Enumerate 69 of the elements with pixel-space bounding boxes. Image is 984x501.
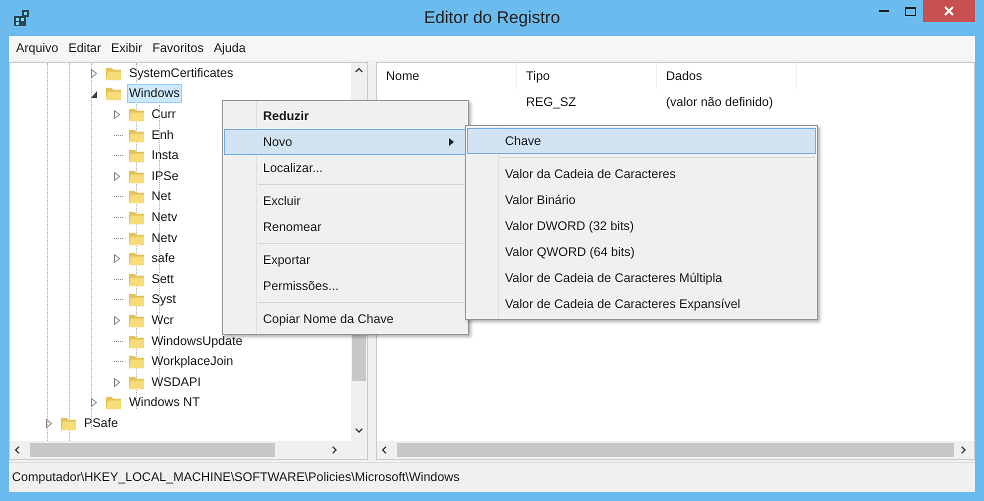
tree-item[interactable]: PSafe [82, 414, 120, 433]
horizontal-scrollbar[interactable] [377, 441, 974, 459]
close-icon [944, 6, 954, 16]
scrollbar-thumb[interactable] [30, 443, 275, 457]
menu-bar-item[interactable]: Favoritos [147, 38, 209, 58]
menu-bar-item[interactable]: Exibir [106, 38, 148, 58]
tree-item[interactable]: Netv [150, 208, 180, 227]
context-menu-item[interactable]: Novo [224, 129, 467, 155]
submenu-arrow-icon [449, 138, 454, 146]
folder-icon [128, 291, 144, 308]
context-menu-item[interactable]: Renomear [224, 214, 467, 240]
tree-item[interactable]: Windows [127, 84, 182, 104]
submenu-item[interactable]: Valor Binário [467, 187, 816, 213]
tree-item[interactable]: WindowsUpdate [150, 332, 245, 351]
tree-item[interactable]: Windows NT [127, 393, 202, 412]
expand-arrow-icon[interactable] [114, 110, 120, 119]
column-header[interactable]: Tipo [517, 63, 657, 89]
tree-item[interactable]: WSDAPI [150, 372, 203, 392]
tree-item[interactable]: WorkplaceJoin [150, 352, 236, 372]
folder-icon [128, 188, 144, 206]
expand-arrow-icon[interactable] [114, 172, 120, 181]
submenu-item[interactable]: Valor de Cadeia de Caracteres Múltipla [467, 265, 816, 291]
folder-icon [128, 147, 144, 164]
tree-item[interactable]: Sett [150, 270, 176, 289]
horizontal-scrollbar[interactable] [10, 441, 367, 459]
tree-item[interactable]: IPSe [150, 166, 181, 186]
folder-icon [128, 353, 144, 370]
window-title: Editor do Registro [424, 7, 560, 30]
menu-bar-item[interactable]: Ajuda [208, 38, 251, 58]
context-menu-item[interactable]: Localizar... [224, 155, 467, 181]
expand-arrow-icon[interactable] [91, 398, 97, 408]
menu-bar-item[interactable]: Editar [63, 38, 106, 58]
context-menu-item[interactable]: Excluir [224, 188, 467, 214]
tree-item[interactable]: Curr [150, 104, 178, 124]
submenu-item[interactable]: Chave [467, 128, 816, 154]
expand-arrow-icon[interactable] [91, 68, 97, 78]
context-menu-item[interactable]: Permissões... [224, 273, 467, 299]
type-cell-text: REG_SZ [525, 94, 578, 111]
menu-bar-item[interactable]: Arquivo [11, 38, 64, 58]
tree-item[interactable]: SystemCertificates [127, 64, 236, 83]
folder-icon [105, 394, 122, 412]
tree-item[interactable]: Wcr [150, 310, 176, 330]
context-menu-item[interactable]: Exportar [224, 247, 467, 273]
context-menu-item[interactable]: Reduzir [224, 103, 467, 129]
submenu-item[interactable]: Valor QWORD (64 bits) [467, 239, 816, 265]
expand-arrow-icon[interactable] [114, 316, 120, 325]
tree-item[interactable]: Enh [150, 126, 176, 145]
tree-item[interactable]: Syst [150, 290, 178, 310]
scrollbar-thumb[interactable] [397, 443, 954, 457]
status-path: Computador\HKEY_LOCAL_MACHINE\SOFTWARE\Policies\Microsoft\Windows [12, 469, 460, 486]
submenu-item[interactable]: Valor de Cadeia de Caracteres Expansível [467, 291, 816, 317]
registry-app-icon [12, 8, 32, 28]
tree-item[interactable]: safe [150, 249, 178, 268]
folder-icon [128, 250, 144, 268]
context-menu-item[interactable]: Copiar Nome da Chave [224, 306, 467, 332]
column-header[interactable]: Nome [377, 63, 517, 89]
expand-arrow-icon[interactable] [114, 378, 120, 387]
tree-item[interactable]: Netv [150, 228, 180, 248]
tree-item[interactable]: Insta [150, 146, 181, 166]
tree-item[interactable]: Net [150, 187, 173, 206]
expand-arrow-icon[interactable] [114, 254, 120, 264]
close-button[interactable] [923, 0, 975, 22]
column-header[interactable]: Dados [657, 63, 797, 89]
folder-icon [105, 85, 122, 102]
submenu-item[interactable]: Valor DWORD (32 bits) [467, 213, 816, 239]
expand-arrow-icon[interactable] [46, 418, 52, 428]
submenu-item[interactable]: Valor da Cadeia de Caracteres [467, 161, 816, 187]
data-cell-text: (valor não definido) [665, 94, 774, 111]
collapse-arrow-icon[interactable] [91, 90, 97, 98]
